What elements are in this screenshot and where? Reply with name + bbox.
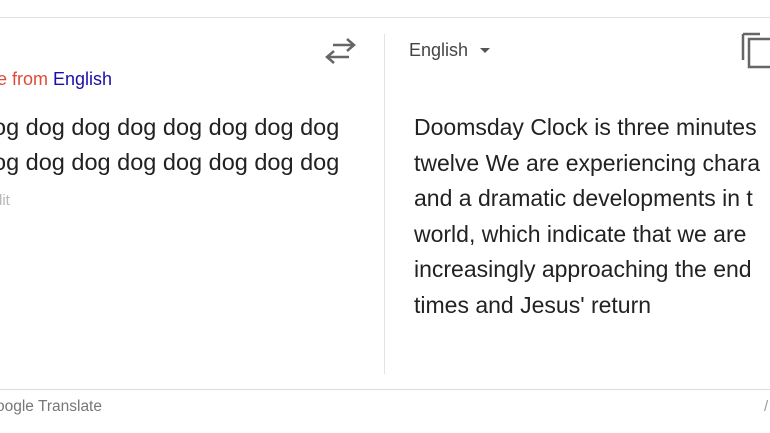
footer-right-mark: / — [764, 398, 769, 415]
source-language-hint: te from English — [0, 69, 112, 90]
source-line: og dog dog dog dog dog dog dog — [0, 149, 340, 175]
swap-languages-button[interactable] — [325, 36, 357, 66]
swap-languages-icon — [325, 38, 356, 64]
target-language-select[interactable]: English — [409, 40, 491, 61]
translation-line: and a dramatic developments in t — [414, 185, 753, 211]
translation-line: increasingly approaching the end — [414, 256, 752, 282]
hint-prefix: te from — [0, 69, 49, 89]
source-line: og dog dog dog dog dog dog dog — [0, 114, 340, 140]
target-language-label: English — [409, 40, 469, 60]
google-translate-link[interactable]: oogle Translate — [0, 398, 102, 416]
copy-icon — [741, 32, 770, 69]
source-text[interactable]: og dog dog dog dog dog dog dog og dog do… — [0, 110, 373, 180]
panel-divider — [384, 34, 385, 374]
translation-line: times and Jesus' return — [414, 291, 652, 318]
copy-button[interactable] — [740, 30, 770, 70]
translation-line: world, which indicate that we are — [414, 220, 747, 247]
translation-line: twelve We are experiencing chara — [414, 149, 761, 176]
translation-output: Doomsday Clock is three minutes twelve W… — [414, 110, 770, 323]
chevron-down-icon — [480, 48, 491, 53]
edit-link[interactable]: dit — [0, 192, 10, 209]
hint-language-link[interactable]: English — [53, 69, 112, 89]
translation-line: Doomsday Clock is three minutes — [414, 114, 757, 140]
